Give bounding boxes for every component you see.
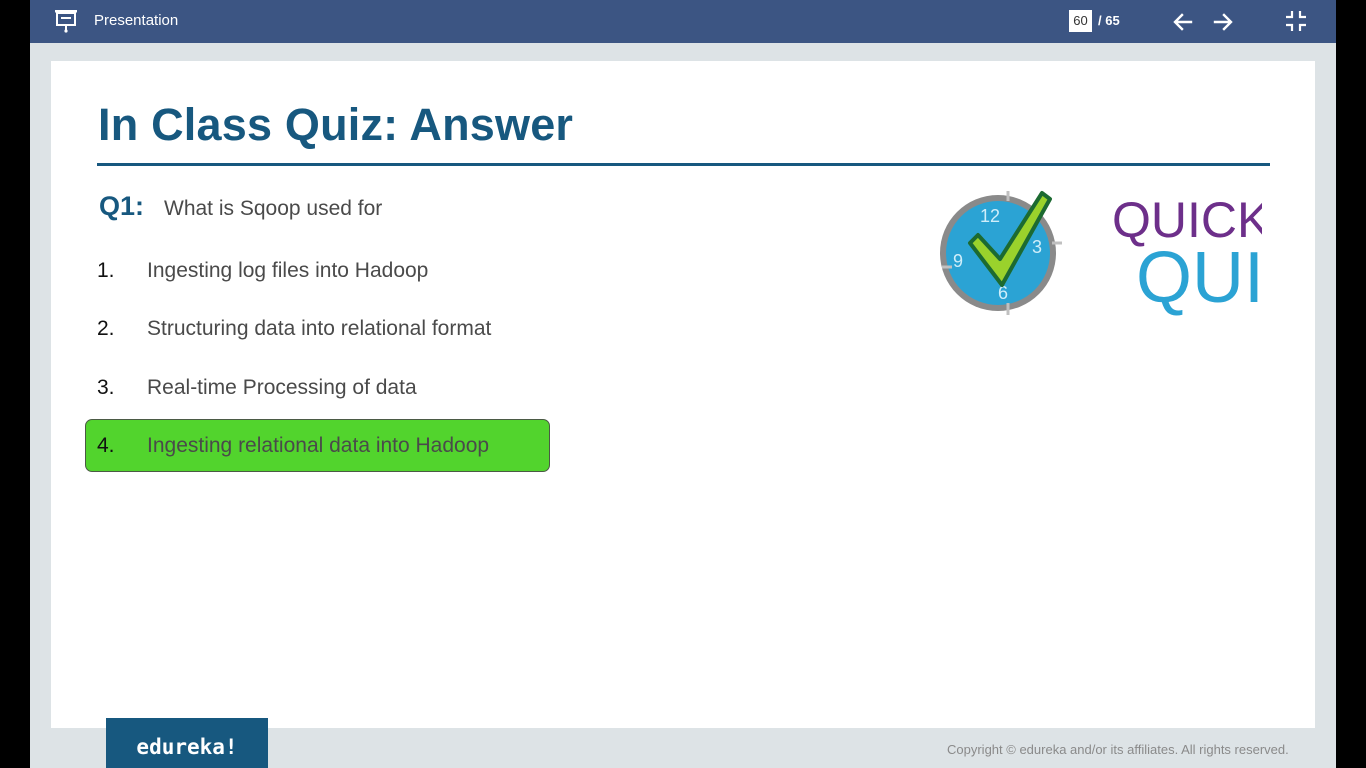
presentation-icon <box>55 10 77 33</box>
option-text: Real-time Processing of data <box>147 376 417 399</box>
option-number: 2. <box>97 317 115 340</box>
svg-text:9: 9 <box>953 251 963 271</box>
app-title: Presentation <box>94 12 179 29</box>
option-text: Ingesting log files into Hadoop <box>147 259 429 282</box>
page-total: / 65 <box>1098 13 1120 28</box>
top-toolbar: Presentation 60 / 65 <box>30 0 1336 43</box>
arrow-right-icon[interactable] <box>1211 10 1235 34</box>
svg-text:12: 12 <box>980 206 1000 226</box>
option-number: 3. <box>97 376 115 399</box>
svg-text:3: 3 <box>1032 237 1042 257</box>
title-divider <box>97 163 1270 166</box>
quick-quiz-logo: 12 3 6 9 QUICK QUIZ <box>940 191 1262 318</box>
slide: In Class Quiz: Answer Q1: What is Sqoop … <box>51 61 1315 728</box>
question-label: Q1: <box>99 191 145 221</box>
option-number: 4. <box>97 434 115 457</box>
option-text: Structuring data into relational format <box>147 317 492 340</box>
arrow-left-icon[interactable] <box>1171 10 1195 34</box>
question-text: What is Sqoop used for <box>164 197 383 220</box>
option-text-correct: Ingesting relational data into Hadoop <box>147 434 490 457</box>
app-frame: Presentation 60 / 65 In Class Quiz: Answ… <box>30 0 1336 768</box>
slide-title: In Class Quiz: Answer <box>98 99 574 150</box>
exit-fullscreen-icon[interactable] <box>1284 9 1308 33</box>
copyright-text: Copyright © edureka and/or its affiliate… <box>947 742 1289 757</box>
option-number: 1. <box>97 259 115 282</box>
brand-logo: edureka! <box>106 718 268 768</box>
logo-word-quiz: QUIZ <box>1136 238 1262 318</box>
page-number-input[interactable]: 60 <box>1069 10 1092 32</box>
